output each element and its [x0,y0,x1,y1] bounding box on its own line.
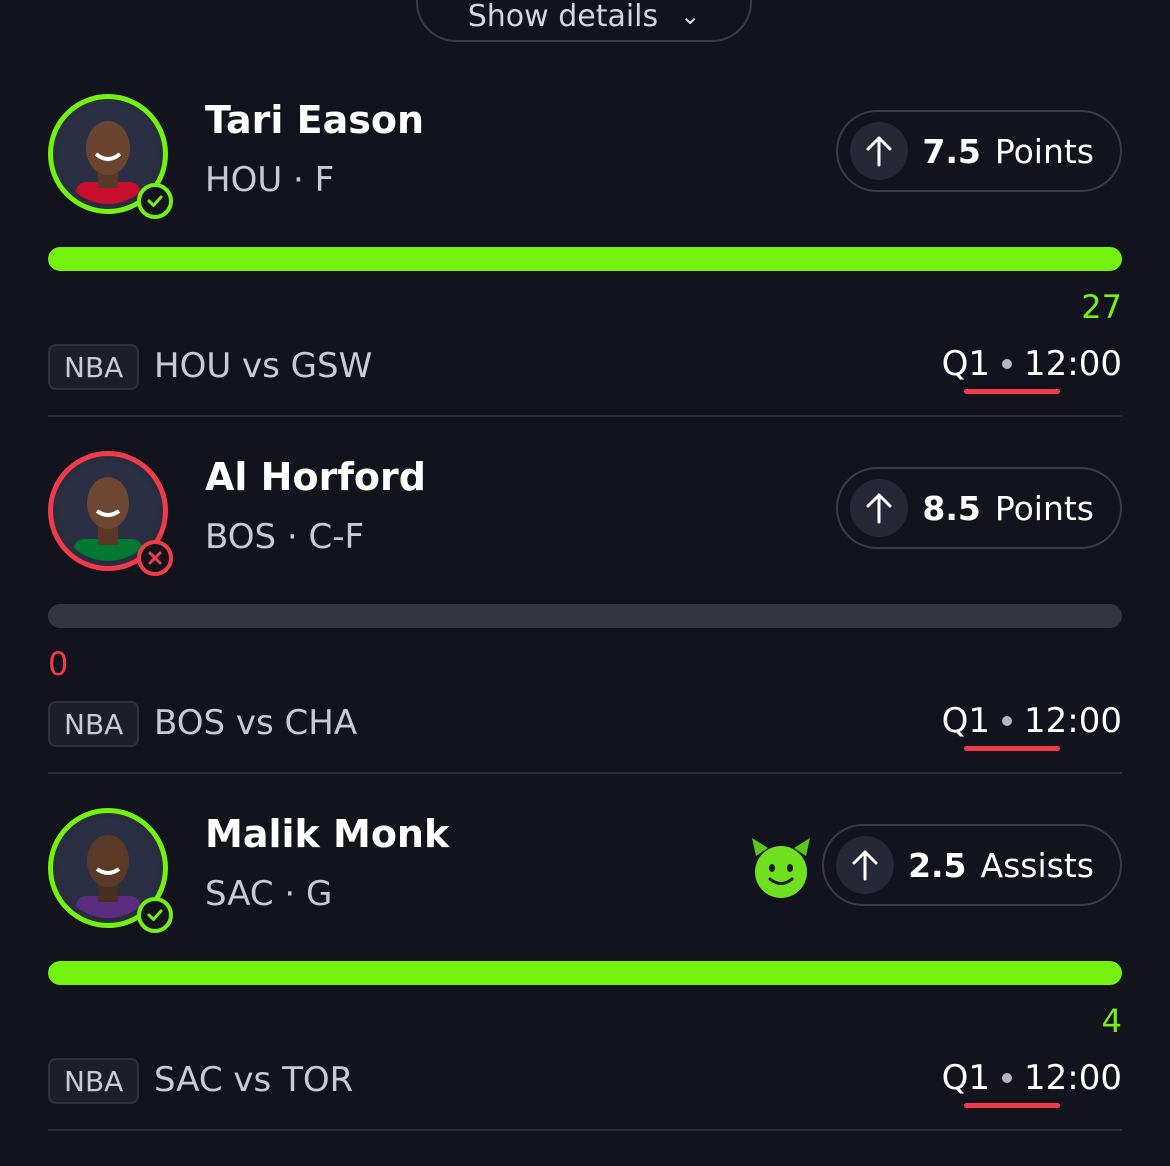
progress-bar [48,604,1122,628]
game-period: Q1 [941,701,991,741]
show-details-label: Show details [467,0,659,34]
game-time: 12:00 [1024,344,1122,384]
player-name: Malik Monk [205,812,450,856]
divider [48,772,1122,774]
progress-fill [48,247,1122,271]
pick-card[interactable]: Al Horford BOS · C-F 8.5 Points 0 NBA BO… [48,451,1122,808]
progress-fill [48,961,1122,985]
pick-card[interactable]: Malik Monk SAC · G 2.5 Assists 4 NBA SAC… [48,808,1122,1165]
pick-line-value: 7.5 [922,131,981,171]
game-clock: Q1 12:00 [942,344,1122,384]
live-indicator [964,389,1060,394]
show-details-button[interactable]: Show details ⌄ [416,0,752,42]
player-avatar [48,808,173,933]
progress-bar [48,247,1122,271]
pick-stat-type: Points [994,131,1094,171]
player-team-position: BOS · C-F [205,517,365,557]
game-clock: Q1 12:00 [942,701,1122,741]
game-time: 12:00 [1024,701,1122,741]
live-indicator [964,1103,1060,1108]
player-avatar [48,94,173,219]
check-icon [137,183,173,219]
dot-separator-icon [1002,1073,1013,1083]
arrow-up-icon [850,479,909,537]
pick-line-pill[interactable]: 2.5 Assists [822,824,1122,906]
player-team-position: HOU · F [205,160,335,200]
devil-emoji-icon [752,838,810,898]
game-period: Q1 [941,344,991,384]
player-team-position: SAC · G [205,874,333,914]
pick-line-pill[interactable]: 7.5 Points [836,110,1122,192]
matchup-text: BOS vs CHA [154,703,358,743]
game-period: Q1 [941,1058,991,1098]
pick-line-pill[interactable]: 8.5 Points [836,467,1122,549]
actual-stat-value: 27 [1081,288,1122,326]
pick-line-value: 8.5 [922,488,981,528]
arrow-up-icon [850,122,909,180]
divider [48,1129,1122,1131]
dot-separator-icon [1002,716,1013,726]
check-icon [137,897,173,933]
divider [48,415,1122,417]
player-name: Tari Eason [205,98,425,142]
actual-stat-value: 4 [1101,1002,1122,1040]
pick-line-value: 2.5 [908,845,967,885]
league-badge: NBA [48,1058,140,1104]
matchup-text: SAC vs TOR [154,1060,354,1100]
x-icon [137,540,173,576]
actual-stat-value: 0 [48,645,69,683]
pick-card[interactable]: Tari Eason HOU · F 7.5 Points 27 NBA HOU… [48,94,1122,451]
league-badge: NBA [48,701,140,747]
pick-stat-type: Assists [980,845,1094,885]
dot-separator-icon [1002,359,1013,369]
league-badge: NBA [48,344,140,390]
progress-bar [48,961,1122,985]
player-name: Al Horford [205,455,426,499]
live-indicator [964,746,1060,751]
picks-screen: Show details ⌄ Tari Eason HOU · F 7.5 Po… [0,0,1170,1166]
game-clock: Q1 12:00 [942,1058,1122,1098]
chevron-down-icon: ⌄ [680,2,701,30]
player-avatar [48,451,173,576]
matchup-text: HOU vs GSW [154,346,373,386]
pick-stat-type: Points [994,488,1094,528]
game-time: 12:00 [1024,1058,1122,1098]
arrow-up-icon [836,836,895,894]
